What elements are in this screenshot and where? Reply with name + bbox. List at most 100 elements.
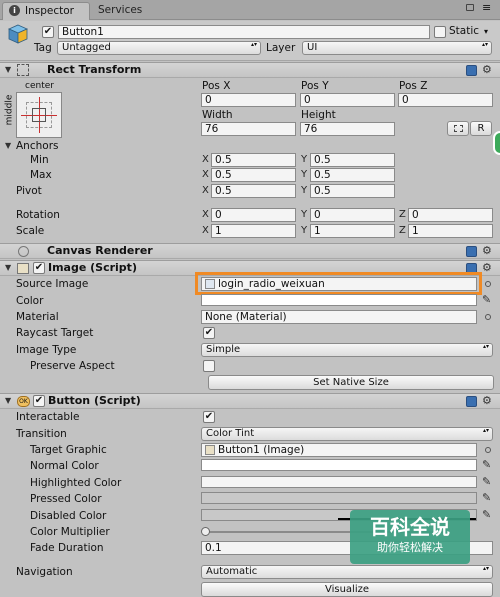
anchor-min-x-field[interactable]: 0.5: [211, 153, 296, 167]
object-name-field[interactable]: Button1: [58, 25, 430, 39]
axis-y-label: Y: [301, 225, 308, 236]
raycast-target-checkbox[interactable]: ✔: [203, 327, 215, 339]
posy-label: Pos Y: [301, 80, 329, 92]
anchor-preset-button[interactable]: [16, 92, 62, 138]
rotation-x-field[interactable]: 0: [211, 208, 296, 222]
tag-dropdown[interactable]: Untagged: [57, 41, 261, 55]
axis-y-label: Y: [301, 209, 308, 220]
color-swatch[interactable]: [201, 294, 477, 306]
fold-arrow-icon[interactable]: ▼: [5, 261, 11, 275]
visualize-button[interactable]: Visualize: [201, 582, 493, 597]
canvas-renderer-icon: [18, 246, 29, 257]
posy-field[interactable]: 0: [300, 93, 395, 107]
image-enabled-checkbox[interactable]: ✔: [33, 262, 45, 274]
eyedropper-icon[interactable]: ✎: [482, 294, 491, 306]
eyedropper-icon[interactable]: ✎: [482, 459, 491, 471]
anchor-max-y-field[interactable]: 0.5: [310, 168, 395, 182]
fold-arrow-icon[interactable]: ▼: [5, 394, 11, 408]
scale-x-field[interactable]: 1: [211, 224, 296, 238]
anchor-max-x-field[interactable]: 0.5: [211, 168, 296, 182]
pivot-y-field[interactable]: 0.5: [310, 184, 395, 198]
set-native-size-button[interactable]: Set Native Size: [208, 375, 494, 390]
height-field[interactable]: 76: [300, 122, 395, 136]
active-checkbox[interactable]: ✔: [42, 26, 54, 38]
help-book-icon[interactable]: [466, 65, 477, 76]
object-picker-icon[interactable]: [485, 281, 491, 287]
normal-color-swatch[interactable]: [201, 459, 477, 471]
pressed-color-swatch[interactable]: [201, 492, 477, 504]
eyedropper-icon[interactable]: ✎: [482, 476, 491, 488]
static-checkbox[interactable]: [434, 26, 446, 38]
eyedropper-icon[interactable]: ✎: [482, 509, 491, 521]
highlighted-color-swatch[interactable]: [201, 476, 477, 488]
button-enabled-checkbox[interactable]: ✔: [33, 395, 45, 407]
pivot-x-field[interactable]: 0.5: [211, 184, 296, 198]
layer-dropdown[interactable]: UI: [302, 41, 492, 55]
fade-duration-label: Fade Duration: [30, 542, 104, 554]
gear-icon[interactable]: ⚙: [482, 245, 492, 257]
lock-icon[interactable]: [466, 4, 474, 11]
watermark-title: 百科全说: [370, 515, 450, 539]
eyedropper-icon[interactable]: ✎: [482, 492, 491, 504]
tab-label: Inspector: [25, 5, 74, 17]
image-type-dropdown[interactable]: Simple: [201, 343, 493, 357]
scale-y-field[interactable]: 1: [310, 224, 395, 238]
static-label: Static: [449, 25, 480, 37]
object-picker-icon[interactable]: [485, 314, 491, 320]
canvas-renderer-header[interactable]: Canvas Renderer ⚙: [0, 243, 500, 259]
pivot-label: Pivot: [16, 185, 42, 197]
highlighted-color-label: Highlighted Color: [30, 477, 122, 489]
slider-thumb[interactable]: [201, 527, 210, 536]
gear-icon[interactable]: ⚙: [482, 64, 492, 76]
posz-label: Pos Z: [399, 80, 428, 92]
object-picker-icon[interactable]: [485, 447, 491, 453]
axis-y-label: Y: [301, 154, 308, 165]
static-dropdown-arrow[interactable]: ▾: [484, 25, 488, 39]
tag-label: Tag: [34, 42, 52, 54]
tab-inspector[interactable]: i Inspector: [2, 2, 90, 20]
help-book-icon[interactable]: [466, 396, 477, 407]
axis-x-label: X: [202, 185, 209, 196]
component-title: Canvas Renderer: [47, 244, 153, 257]
gear-icon[interactable]: ⚙: [482, 395, 492, 407]
color-label: Color: [16, 295, 44, 307]
target-graphic-value: Button1 (Image): [218, 444, 305, 456]
rect-transform-icon: [17, 64, 29, 76]
interactable-checkbox[interactable]: ✔: [203, 411, 215, 423]
rect-transform-header[interactable]: ▼ Rect Transform ⚙: [0, 62, 500, 78]
preserve-aspect-checkbox[interactable]: [203, 360, 215, 372]
interactable-label: Interactable: [16, 411, 80, 423]
help-book-icon[interactable]: [466, 246, 477, 257]
gear-icon[interactable]: ⚙: [482, 262, 492, 274]
button-script-header[interactable]: ▼ OK ✔ Button (Script) ⚙: [0, 393, 500, 409]
axis-y-label: Y: [301, 169, 308, 180]
transition-dropdown[interactable]: Color Tint: [201, 427, 493, 441]
tab-services[interactable]: Services: [92, 2, 168, 19]
visualize-label: Visualize: [324, 584, 370, 595]
posx-field[interactable]: 0: [201, 93, 296, 107]
axis-x-label: X: [202, 225, 209, 236]
width-field[interactable]: 76: [201, 122, 296, 136]
blueprint-mode-button[interactable]: [447, 121, 469, 136]
width-label: Width: [202, 109, 233, 121]
pressed-color-label: Pressed Color: [30, 493, 102, 505]
rotation-y-field[interactable]: 0: [310, 208, 395, 222]
scale-z-field[interactable]: 1: [408, 224, 493, 238]
menu-icon[interactable]: ≡: [482, 2, 491, 14]
target-graphic-field[interactable]: Button1 (Image): [201, 443, 477, 457]
normal-color-label: Normal Color: [30, 460, 99, 472]
anchor-min-y-field[interactable]: 0.5: [310, 153, 395, 167]
axis-y-label: Y: [301, 185, 308, 196]
navigation-dropdown[interactable]: Automatic: [201, 565, 493, 579]
raw-edit-button[interactable]: R: [470, 121, 492, 136]
color-multiplier-label: Color Multiplier: [30, 526, 110, 538]
tab-label: Services: [98, 4, 143, 16]
fold-arrow-icon[interactable]: ▼: [5, 63, 11, 77]
rotation-z-field[interactable]: 0: [408, 208, 493, 222]
posz-field[interactable]: 0: [398, 93, 493, 107]
target-graphic-label: Target Graphic: [30, 444, 107, 456]
material-field[interactable]: None (Material): [201, 310, 477, 324]
navigation-label: Navigation: [16, 566, 73, 578]
axis-x-label: X: [202, 169, 209, 180]
anchors-fold-icon[interactable]: ▼: [5, 139, 11, 153]
